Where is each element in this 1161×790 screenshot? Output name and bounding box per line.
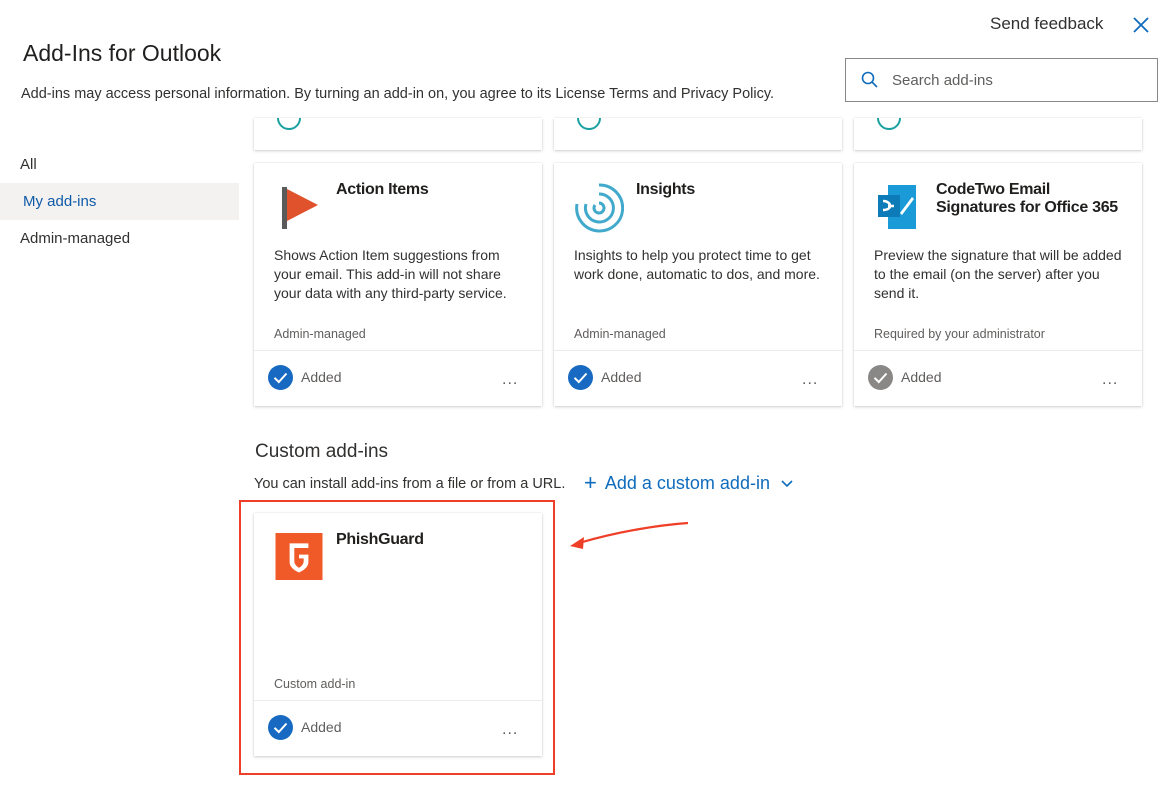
plus-icon: + xyxy=(584,470,597,495)
search-input[interactable] xyxy=(892,71,1132,89)
addin-description: Shows Action Item suggestions from your … xyxy=(274,247,507,301)
flag-icon xyxy=(282,187,318,229)
send-feedback-link[interactable]: Send feedback xyxy=(990,14,1103,34)
checkmark-icon xyxy=(868,365,893,390)
disclaimer-text: Add-ins may access personal information.… xyxy=(21,86,775,102)
more-options-button[interactable]: ... xyxy=(502,371,518,389)
search-icon xyxy=(861,71,878,88)
partial-check-icon xyxy=(877,118,901,130)
add-custom-addin-button[interactable]: + Add a custom add-in xyxy=(584,472,794,494)
card-footer: Added ... xyxy=(554,350,842,406)
partial-card xyxy=(854,118,1142,150)
section-subtitle: You can install add-ins from a file or f… xyxy=(254,476,566,492)
chevron-down-icon xyxy=(781,480,793,488)
nav-item-admin-managed[interactable]: Admin-managed xyxy=(0,220,239,257)
addin-name: CodeTwo Email Signatures for Office 365 xyxy=(936,181,1118,216)
close-icon xyxy=(1133,17,1149,33)
more-options-button[interactable]: ... xyxy=(802,371,818,389)
add-custom-label: Add a custom add-in xyxy=(604,472,770,493)
nav-item-all[interactable]: All xyxy=(0,146,239,183)
card-footer: Added ... xyxy=(854,350,1142,406)
addin-card-codetwo[interactable]: CodeTwo Email Signatures for Office 365 … xyxy=(854,163,1142,406)
addin-description: Insights to help you protect time to get… xyxy=(574,247,820,282)
checkmark-icon xyxy=(568,365,593,390)
search-box[interactable] xyxy=(845,58,1158,102)
more-options-button[interactable]: ... xyxy=(1102,371,1118,389)
partial-check-icon xyxy=(277,118,301,130)
nav-item-my-add-ins[interactable]: My add-ins xyxy=(0,183,239,220)
addin-meta: Admin-managed xyxy=(574,327,666,341)
partial-card xyxy=(254,118,542,150)
status-label: Added xyxy=(601,369,642,385)
added-toggle-disabled xyxy=(868,365,893,390)
added-toggle[interactable] xyxy=(268,365,293,390)
close-button[interactable] xyxy=(1130,14,1152,36)
addin-description: Preview the signature that will be added… xyxy=(874,247,1122,301)
addin-meta: Admin-managed xyxy=(274,327,366,341)
sidebar-nav: All My add-ins Admin-managed xyxy=(0,146,239,257)
status-label: Added xyxy=(901,369,942,385)
addin-name: Insights xyxy=(636,181,695,198)
section-title: Custom add-ins xyxy=(255,441,389,462)
partial-check-icon xyxy=(577,118,601,130)
addin-card-insights[interactable]: Insights Insights to help you protect ti… xyxy=(554,163,842,406)
added-toggle[interactable] xyxy=(568,365,593,390)
dialog-title: Add-Ins for Outlook xyxy=(23,40,222,66)
checkmark-icon xyxy=(268,365,293,390)
partial-card xyxy=(554,118,842,150)
status-label: Added xyxy=(301,369,342,385)
addin-card-action-items[interactable]: Action Items Shows Action Item suggestio… xyxy=(254,163,542,406)
highlight-box xyxy=(239,500,555,775)
addin-meta: Required by your administrator xyxy=(874,327,1045,341)
addin-name: Action Items xyxy=(336,181,429,198)
annotation-arrow xyxy=(570,521,689,549)
codetwo-icon xyxy=(878,185,916,229)
card-footer: Added ... xyxy=(254,350,542,406)
insights-icon xyxy=(575,183,624,233)
